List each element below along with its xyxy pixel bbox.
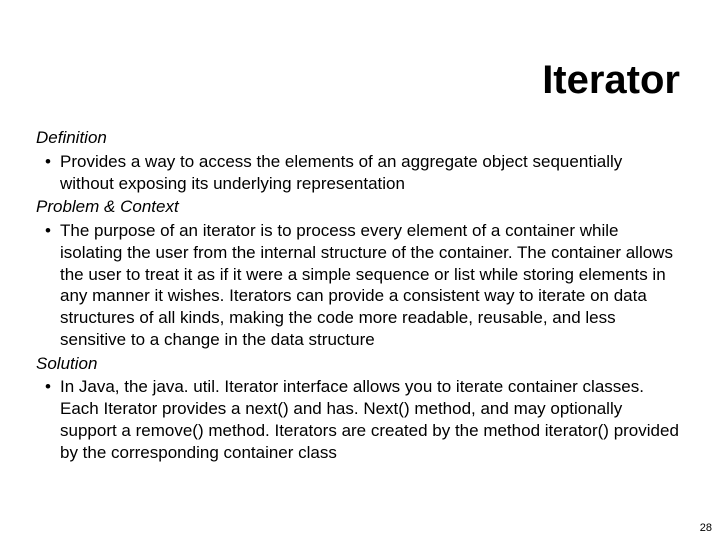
solution-text: In Java, the java. util. Iterator interf… bbox=[60, 376, 680, 463]
problem-bullet: • The purpose of an iterator is to proce… bbox=[36, 220, 680, 351]
definition-bullet: • Provides a way to access the elements … bbox=[36, 151, 680, 195]
solution-bullet: • In Java, the java. util. Iterator inte… bbox=[36, 376, 680, 463]
definition-text: Provides a way to access the elements of… bbox=[60, 151, 680, 195]
solution-heading: Solution bbox=[36, 353, 680, 375]
bullet-icon: • bbox=[36, 151, 60, 173]
definition-heading: Definition bbox=[36, 127, 680, 149]
slide-body: Definition • Provides a way to access th… bbox=[36, 125, 680, 463]
slide: Iterator Definition • Provides a way to … bbox=[0, 0, 720, 540]
bullet-icon: • bbox=[36, 220, 60, 242]
page-number: 28 bbox=[700, 522, 712, 534]
bullet-icon: • bbox=[36, 376, 60, 398]
problem-text: The purpose of an iterator is to process… bbox=[60, 220, 680, 351]
problem-heading: Problem & Context bbox=[36, 196, 680, 218]
slide-title: Iterator bbox=[542, 58, 680, 103]
